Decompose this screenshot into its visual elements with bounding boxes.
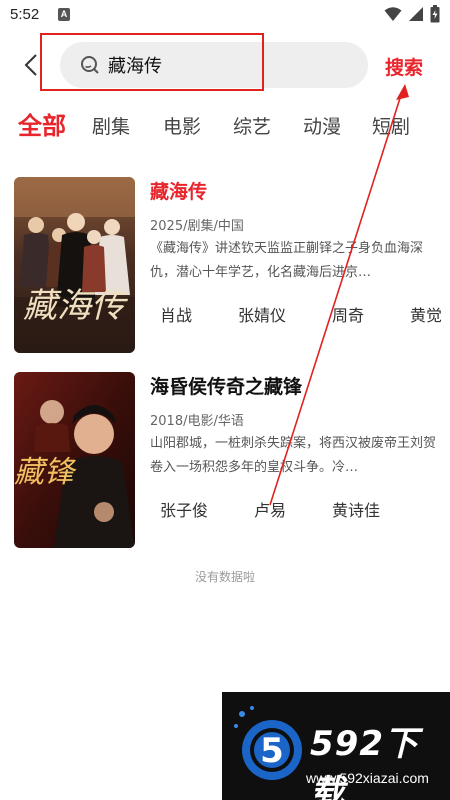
tab-anime[interactable]: 动漫	[303, 112, 341, 139]
search-input[interactable]	[108, 52, 348, 78]
poster-image[interactable]: 藏锋	[14, 372, 135, 548]
wifi-icon	[384, 7, 402, 21]
result-description: 山阳郡城，一桩刺杀失踪案，将西汉被废帝王刘贺卷入一场积怨多年的皇权斗争。冷…	[150, 436, 436, 475]
cellular-signal-icon	[409, 7, 423, 21]
cast-list: 张子俊 卢易 黄诗佳	[150, 497, 450, 521]
watermark-url: www.592xiazai.com	[306, 770, 429, 786]
chevron-left-icon	[24, 54, 37, 76]
result-title[interactable]: 藏海传	[150, 177, 207, 204]
notification-icon: A	[58, 8, 70, 21]
search-box[interactable]	[60, 42, 368, 88]
poster-title-art: 藏锋	[14, 455, 77, 490]
tab-all[interactable]: 全部	[18, 106, 66, 141]
status-bar: 5:52 A	[0, 0, 450, 32]
cast-name: 周奇	[332, 306, 365, 325]
result-item[interactable]: 藏锋 海昏侯传奇之藏锋 2018/电影/华语 山阳郡城，一桩刺杀失踪案，将西汉被…	[14, 372, 450, 548]
tab-variety[interactable]: 综艺	[233, 112, 271, 139]
search-button[interactable]: 搜索	[385, 53, 423, 80]
result-title[interactable]: 海昏侯传奇之藏锋	[150, 372, 302, 399]
result-meta: 2025/剧集/中国	[150, 219, 244, 234]
watermark-emblem-icon: 5	[234, 706, 302, 780]
watermark-logo: 5 592下载 www.592xiazai.com	[222, 692, 450, 800]
search-icon	[81, 56, 99, 74]
status-time: 5:52	[10, 6, 40, 23]
tab-movies[interactable]: 电影	[163, 112, 201, 139]
result-description: 《藏海传》讲述钦天监监正蒯铎之子身负血海深仇，潜心十年学艺，化名藏海后进京…	[150, 241, 424, 280]
svg-text:5: 5	[260, 731, 284, 771]
cast-list: 肖战张婧仪周奇黄觉余	[150, 302, 450, 326]
tab-short-drama[interactable]: 短剧	[372, 112, 410, 139]
cast-name: 黄诗佳	[332, 501, 381, 520]
back-button[interactable]	[18, 50, 44, 80]
status-icons	[384, 5, 440, 23]
poster-image[interactable]: 藏海传	[14, 177, 135, 353]
battery-icon	[430, 5, 440, 23]
cast-name: 张子俊	[160, 501, 209, 520]
cast-name: 黄觉	[410, 306, 443, 325]
result-item[interactable]: 藏海传 藏海传 2025/剧集/中国 《藏海传》讲述钦天监监正蒯铎之子身负血海深…	[14, 177, 450, 353]
poster-title-art: 藏海传	[23, 286, 129, 326]
tab-series[interactable]: 剧集	[92, 112, 130, 139]
cast-name: 张婧仪	[238, 306, 287, 325]
result-meta: 2018/电影/华语	[150, 414, 244, 429]
watermark-text: 592下载	[310, 724, 419, 800]
cast-name: 卢易	[254, 501, 287, 520]
cast-name: 肖战	[160, 306, 193, 325]
category-tabs: 全部 剧集 电影 综艺 动漫 短剧	[0, 106, 450, 146]
no-more-data-text: 没有数据啦	[194, 570, 255, 584]
